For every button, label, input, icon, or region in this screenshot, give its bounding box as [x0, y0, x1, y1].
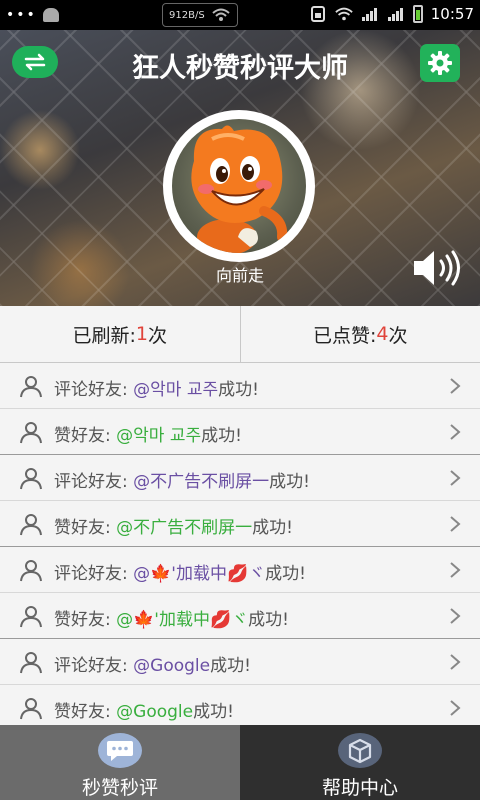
gear-icon: [428, 51, 452, 75]
result-label: 成功!: [269, 472, 310, 492]
sim-card-icon: [310, 6, 325, 22]
friend-name: @🍁'加载中💋ヾ: [116, 610, 249, 630]
sound-toggle-button[interactable]: [412, 248, 464, 288]
user-icon: [20, 514, 42, 536]
refreshed-label: 已刷新:: [72, 324, 136, 347]
network-speed-text: 912B/S: [169, 9, 205, 21]
action-label: 赞好友:: [54, 610, 117, 630]
tab-help-center[interactable]: 帮助中心: [240, 725, 480, 800]
action-label: 赞好友:: [54, 518, 117, 538]
status-bar: ••• 912B/S 10:57: [0, 0, 480, 30]
status-time: 10:57: [430, 5, 474, 23]
user-icon: [20, 606, 42, 628]
refreshed-unit: 次: [147, 324, 167, 347]
list-item[interactable]: 评论好友: @악마 교주成功!: [0, 363, 480, 409]
user-icon: [20, 468, 42, 490]
signal-icon-2: [387, 8, 403, 21]
friend-name: @악마 교주: [133, 380, 219, 400]
result-label: 成功!: [265, 564, 306, 584]
list-item[interactable]: 赞好友: @🍁'加载中💋ヾ成功!: [0, 593, 480, 639]
wifi-icon: [335, 7, 353, 21]
android-icon: [42, 8, 59, 22]
more-dots-icon: •••: [6, 7, 37, 23]
result-label: 成功!: [201, 426, 242, 446]
refreshed-count-stat: 已刷新: 1 次: [0, 306, 240, 362]
signal-icon: [361, 8, 377, 21]
action-label: 评论好友:: [54, 472, 134, 492]
list-item[interactable]: 赞好友: @Google成功!: [0, 685, 480, 725]
action-label: 评论好友:: [54, 564, 134, 584]
result-label: 成功!: [210, 656, 251, 676]
avatar[interactable]: [163, 110, 315, 262]
list-item[interactable]: 评论好友: @Google成功!: [0, 639, 480, 685]
list-item[interactable]: 评论好友: @不广告不刷屏一成功!: [0, 455, 480, 501]
chevron-right-icon: [450, 654, 461, 670]
chevron-right-icon: [450, 608, 461, 624]
liked-unit: 次: [388, 324, 408, 347]
list-item[interactable]: 赞好友: @不广告不刷屏一成功!: [0, 501, 480, 547]
list-item[interactable]: 赞好友: @악마 교주成功!: [0, 409, 480, 455]
friend-name: @악마 교주: [116, 426, 202, 446]
list-item-text: 赞好友: @🍁'加载中💋ヾ成功!: [54, 605, 289, 630]
avatar-image: [172, 119, 306, 253]
activity-list: 评论好友: @악마 교주成功! 赞好友: @악마 교주成功! 评论好友: @不广…: [0, 363, 480, 725]
liked-count-stat: 已点赞: 4 次: [239, 306, 480, 362]
result-label: 成功!: [248, 610, 289, 630]
result-label: 成功!: [218, 380, 259, 400]
network-speed-indicator: 912B/S: [162, 3, 238, 27]
battery-icon: [412, 5, 423, 23]
tab-label: 秒赞秒评: [81, 777, 158, 799]
username-label: 向前走: [215, 266, 264, 285]
chevron-right-icon: [450, 516, 461, 532]
cube-icon: [338, 733, 382, 768]
chat-bubble-icon: [98, 733, 142, 768]
action-label: 赞好友:: [54, 702, 117, 722]
speaker-icon: [414, 250, 460, 286]
chevron-right-icon: [450, 378, 461, 394]
orange-mascot-icon: [191, 125, 288, 253]
wifi-speed-icon: [212, 8, 230, 21]
chevron-right-icon: [450, 700, 461, 716]
list-item-text: 赞好友: @Google成功!: [54, 697, 234, 722]
action-label: 评论好友:: [54, 380, 134, 400]
friend-name: @🍁'加载中💋ヾ: [133, 564, 266, 584]
list-item[interactable]: 评论好友: @🍁'加载中💋ヾ成功!: [0, 547, 480, 593]
status-bar-right: 10:57: [309, 5, 474, 23]
list-item-text: 赞好友: @악마 교주成功!: [54, 421, 242, 446]
list-item-text: 评论好友: @악마 교주成功!: [54, 375, 259, 400]
user-icon: [20, 652, 42, 674]
profile-banner: 狂人秒赞秒评大师 向前走: [0, 30, 480, 306]
user-icon: [20, 376, 42, 398]
liked-label: 已点赞:: [312, 324, 377, 347]
friend-name: @Google: [116, 702, 194, 722]
friend-name: @不广告不刷屏一: [116, 518, 253, 538]
settings-button[interactable]: [420, 44, 460, 82]
tab-like-comment[interactable]: 秒赞秒评: [0, 725, 240, 800]
user-icon: [20, 698, 42, 720]
chevron-right-icon: [450, 470, 461, 486]
user-icon: [20, 422, 42, 444]
action-label: 评论好友:: [54, 656, 134, 676]
status-bar-left: •••: [6, 8, 59, 22]
list-item-text: 评论好友: @Google成功!: [54, 651, 251, 676]
liked-count: 4: [376, 323, 389, 345]
list-item-text: 评论好友: @🍁'加载中💋ヾ成功!: [54, 559, 306, 584]
list-item-text: 评论好友: @不广告不刷屏一成功!: [54, 467, 310, 492]
app-title: 狂人秒赞秒评大师: [132, 53, 348, 84]
stats-bar: 已刷新: 1 次 已点赞: 4 次: [0, 306, 480, 363]
chevron-right-icon: [450, 562, 461, 578]
list-item-text: 赞好友: @不广告不刷屏一成功!: [54, 513, 293, 538]
action-label: 赞好友:: [54, 426, 117, 446]
user-icon: [20, 560, 42, 582]
friend-name: @Google: [133, 656, 211, 676]
bottom-tab-bar: 秒赞秒评 帮助中心: [0, 725, 480, 800]
result-label: 成功!: [252, 518, 293, 538]
chevron-right-icon: [450, 424, 461, 440]
tab-label: 帮助中心: [321, 777, 398, 799]
refreshed-count: 1: [135, 323, 148, 345]
result-label: 成功!: [193, 702, 234, 722]
friend-name: @不广告不刷屏一: [133, 472, 270, 492]
